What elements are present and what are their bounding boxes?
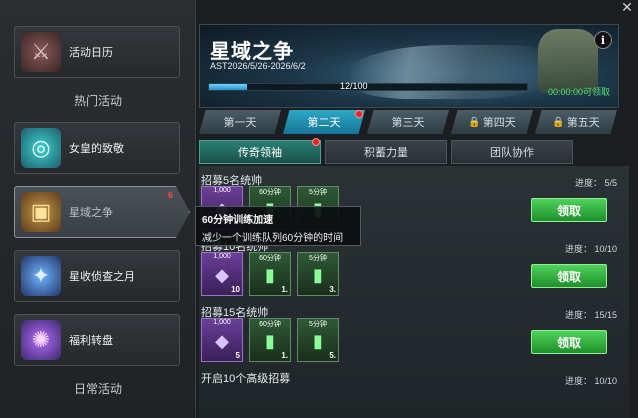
sidebar-item-scouting-month[interactable]: ✦ 星收侦查之月 (14, 250, 180, 302)
claim-button[interactable]: 领取 (531, 198, 607, 222)
tab-label: 第二天 (307, 117, 341, 129)
sidebar-item-label: 活动日历 (69, 47, 113, 59)
lock-icon: 🔒 (468, 116, 481, 128)
speedup-icon: ▮ (313, 331, 323, 351)
event-banner: 星域之争 AST2026/5/26-2026/6/2 12/100 00:00:… (199, 24, 619, 108)
reward-amount: 5分钟 (309, 255, 327, 262)
reward-amount: 1,000 (213, 319, 231, 326)
category-tabs: 传奇领袖 积蓄力量 团队协作 (199, 138, 619, 164)
speedup-icon: ▮ (313, 265, 323, 285)
task-list: 招募5名统帅进度： 5/51,000◆60分钟▮5分钟▮领取招募10名统帅进度：… (199, 166, 629, 418)
tab-day-3[interactable]: 第三天 (367, 110, 449, 134)
progress-fill (209, 84, 248, 90)
wheel-icon: ✺ (21, 320, 61, 360)
task-row: 开启10个高级招募 进度： 10/10 (199, 366, 629, 418)
sidebar-item-star-domain-battle[interactable]: ▣ 星域之争 6 (14, 186, 190, 238)
task-progress: 进度： 15/15 (564, 310, 617, 320)
speedup-icon: ▮ (265, 265, 275, 285)
tooltip-desc: 减少一个训练队列60分钟的时间 (202, 233, 344, 244)
tab-day-5[interactable]: 🔒 第五天 (535, 110, 617, 134)
mech-reward-art (538, 29, 598, 93)
reward-amount: 60分钟 (259, 255, 281, 262)
reward-amount: 1,000 (213, 253, 231, 260)
activity-sidebar: ⚔ 活动日历 热门活动 ◎ 女皇的致敬 ▣ 星域之争 6 ✦ 星收侦查之月 ✺ … (0, 0, 196, 418)
tab-label: 第三天 (391, 117, 425, 129)
reward-list: 1,000 ◆ 10 60分钟 ▮ 1. 5分钟 ▮ 3. (201, 252, 339, 296)
tab-label: 第四天 (482, 117, 516, 129)
notification-dot (312, 138, 320, 146)
tab-label: 第五天 (566, 117, 600, 129)
notification-badge: 6 (167, 190, 173, 200)
tab-label: 积蓄力量 (364, 147, 408, 159)
tab-day-4[interactable]: 🔒 第四天 (451, 110, 533, 134)
tooltip-title: 60分钟训练加速 (202, 215, 274, 226)
reward-count: 1. (281, 285, 288, 294)
event-title: 星域之争 (210, 41, 294, 63)
crest-icon: ◎ (21, 128, 61, 168)
close-icon[interactable]: ✕ (620, 0, 634, 14)
sidebar-item-label: 星收侦查之月 (69, 271, 135, 283)
tab-gather-strength[interactable]: 积蓄力量 (325, 140, 447, 164)
reward-count: 1. (281, 351, 288, 360)
reward-amount: 60分钟 (259, 321, 281, 328)
reward-amount: 60分钟 (259, 189, 281, 196)
tab-day-1[interactable]: 第一天 (199, 110, 281, 134)
sidebar-item-label: 女皇的致敬 (69, 143, 124, 155)
reward-amount: 5分钟 (309, 189, 327, 196)
reward-count: 5. (329, 351, 336, 360)
task-title: 开启10个高级招募 (201, 373, 291, 385)
reward-item-speedup[interactable]: 60分钟 ▮ 1. (249, 318, 291, 362)
reward-item-crystal[interactable]: 1,000 ◆ 5 (201, 318, 243, 362)
reward-tooltip: 60分钟训练加速 减少一个训练队列60分钟的时间 (195, 206, 361, 246)
claim-button[interactable]: 领取 (531, 264, 607, 288)
crystal-icon: ◆ (215, 331, 229, 351)
tab-day-2[interactable]: 第二天 (283, 110, 365, 134)
event-progress-bar (208, 83, 528, 91)
tab-legendary-leader[interactable]: 传奇领袖 (199, 140, 321, 164)
tab-label: 传奇领袖 (238, 147, 282, 159)
task-progress: 进度： 10/10 (564, 244, 617, 254)
event-date: AST2026/5/26-2026/6/2 (210, 61, 306, 71)
claim-button[interactable]: 领取 (531, 330, 607, 354)
reward-item-speedup[interactable]: 5分钟 ▮ 5. (297, 318, 339, 362)
reward-item-speedup[interactable]: 5分钟 ▮ 3. (297, 252, 339, 296)
section-title-daily: 日常活动 (73, 382, 122, 396)
section-title-hot: 热门活动 (73, 94, 122, 108)
swords-icon: ⚔ (21, 32, 61, 72)
crystal-icon: ✦ (21, 256, 61, 296)
treasure-chest-icon: ▣ (21, 192, 61, 232)
reward-list: 1,000 ◆ 5 60分钟 ▮ 1. 5分钟 ▮ 5. (201, 318, 339, 362)
event-progress-text: 12/100 (340, 81, 368, 91)
reward-amount: 5分钟 (309, 321, 327, 328)
reward-item-crystal[interactable]: 1,000 ◆ 10 (201, 252, 243, 296)
reward-count: 10 (231, 285, 240, 294)
info-icon[interactable]: i (594, 31, 612, 49)
tab-label: 第一天 (223, 117, 257, 129)
claim-timer: 00:00:00可领取 (547, 87, 610, 97)
sidebar-item-label: 福利转盘 (69, 335, 113, 347)
crystal-icon: ◆ (215, 265, 229, 285)
tab-teamwork[interactable]: 团队协作 (451, 140, 573, 164)
sidebar-item-activity-calendar[interactable]: ⚔ 活动日历 (14, 26, 180, 78)
reward-count: 5 (235, 351, 240, 360)
task-progress: 进度： 5/5 (574, 178, 617, 188)
tab-label: 团队协作 (490, 147, 534, 159)
reward-amount: 1,000 (213, 187, 231, 194)
sidebar-item-welfare-wheel[interactable]: ✺ 福利转盘 (14, 314, 180, 366)
lock-icon: 🔒 (552, 116, 565, 128)
notification-dot (355, 110, 363, 118)
speedup-icon: ▮ (265, 331, 275, 351)
reward-count: 3. (329, 285, 336, 294)
task-progress: 进度： 10/10 (564, 376, 617, 386)
day-tabs: 第一天 第二天 第三天 🔒 第四天 🔒 第五天 (199, 110, 619, 134)
sidebar-item-label: 星域之争 (69, 207, 113, 219)
sidebar-item-empress-tribute[interactable]: ◎ 女皇的致敬 (14, 122, 180, 174)
task-row: 招募15名统帅 进度： 15/15 1,000 ◆ 5 60分钟 ▮ 1. 5分钟 ▮ 5. 领取 (199, 300, 629, 366)
reward-item-speedup[interactable]: 60分钟 ▮ 1. (249, 252, 291, 296)
